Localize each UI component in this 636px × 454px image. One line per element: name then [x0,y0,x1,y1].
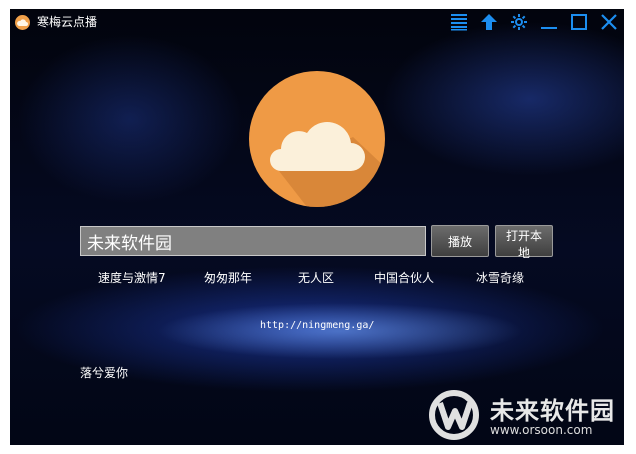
quick-link-item[interactable]: 中国合伙人 [374,269,434,286]
app-window: 寒梅云点播 未来软件园 播放 打开本地 速度与激情7 匆匆那年 无人区 中国合伙… [10,9,624,445]
quick-link-item[interactable]: 匆匆那年 [204,269,252,286]
watermark-logo-icon [429,390,479,440]
screenshot-frame: 寒梅云点播 未来软件园 播放 打开本地 速度与激情7 匆匆那年 无人区 中国合伙… [0,0,636,454]
minimize-icon[interactable] [538,11,560,33]
cloud-app-icon [15,15,30,30]
quick-link-item[interactable]: 冰雪奇缘 [476,269,524,286]
maximize-icon[interactable] [568,11,590,33]
open-local-button[interactable]: 打开本地 [495,225,553,260]
play-button[interactable]: 播放 [431,225,489,257]
cloud-logo-icon [249,71,385,207]
close-icon[interactable] [598,11,620,33]
search-input[interactable] [80,226,426,256]
quick-link-item[interactable]: 无人区 [298,269,334,286]
watermark-name: 未来软件园 [490,397,615,425]
list-icon[interactable] [448,11,470,33]
upload-arrow-icon[interactable] [478,11,500,33]
title-bar[interactable]: 寒梅云点播 [10,9,624,35]
footer-text: 落兮爱你 [80,366,129,380]
gear-icon[interactable] [508,11,530,33]
watermark-url: www.orsoon.com [490,423,593,437]
app-title: 寒梅云点播 [37,15,98,29]
site-url-link[interactable]: http://ningmeng.ga/ [260,320,374,331]
watermark: 未来软件园 www.orsoon.com [428,387,624,445]
quick-link-item[interactable]: 速度与激情7 [98,269,166,286]
